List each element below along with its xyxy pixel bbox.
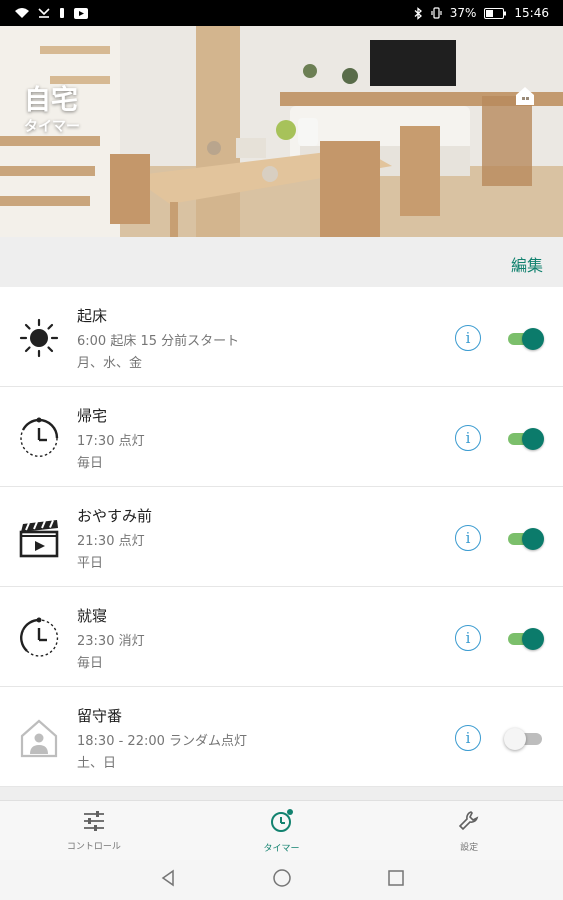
sun-icon	[16, 315, 62, 361]
sliders-icon	[82, 810, 106, 836]
timer-list: 起床 6:00 起床 15 分前スタート 月、水、金 i 帰宅 17:30 点灯…	[0, 287, 563, 787]
info-button[interactable]: i	[455, 525, 481, 551]
clapperboard-icon	[16, 515, 62, 561]
timer-row-return-home[interactable]: 帰宅 17:30 点灯 毎日 i	[0, 387, 563, 487]
timer-time: 23:30 消灯	[77, 634, 145, 649]
recents-square-icon	[387, 869, 405, 891]
timer-icon	[269, 808, 295, 838]
home-circle-icon	[272, 868, 292, 892]
nav-settings-label: 設定	[460, 842, 479, 853]
usb-icon	[58, 7, 66, 19]
timer-days: 月、水、金	[77, 356, 143, 371]
status-right: 37% 15:46	[414, 6, 549, 20]
timer-time: 6:00 起床 15 分前スタート	[77, 334, 240, 349]
battery-percent: 37%	[449, 6, 477, 20]
timer-name: 留守番	[77, 707, 123, 725]
info-button[interactable]: i	[455, 325, 481, 351]
timer-toggle[interactable]	[508, 528, 544, 550]
clock-arrival-icon	[16, 415, 62, 461]
info-icon: i	[465, 529, 471, 547]
home-icon	[513, 84, 537, 112]
status-left	[14, 7, 88, 19]
bottom-nav: コントロール タイマー 設定	[0, 800, 563, 860]
timer-row-wake[interactable]: 起床 6:00 起床 15 分前スタート 月、水、金 i	[0, 287, 563, 387]
timer-time: 18:30 - 22:00 ランダム点灯	[77, 734, 248, 749]
home-nav-button[interactable]	[270, 868, 294, 892]
house-person-icon	[16, 715, 62, 761]
header-image: 自宅 タイマー	[0, 26, 563, 237]
living-room-photo	[0, 26, 563, 237]
recents-button[interactable]	[384, 868, 408, 892]
timer-row-away[interactable]: 留守番 18:30 - 22:00 ランダム点灯 土、日 i	[0, 687, 563, 787]
nav-control-label: コントロール	[66, 841, 121, 852]
vibrate-icon	[431, 7, 442, 19]
timer-toggle[interactable]	[508, 428, 544, 450]
system-nav-bar	[0, 860, 563, 900]
timer-name: おやすみ前	[77, 507, 153, 525]
wifi-icon	[14, 7, 30, 19]
nav-control[interactable]: コントロール	[0, 801, 188, 860]
back-button[interactable]	[156, 868, 180, 892]
nav-timer-label: タイマー	[263, 843, 300, 854]
battery-icon	[484, 7, 507, 19]
timer-toggle[interactable]	[504, 728, 544, 750]
page-subtitle: タイマー	[24, 119, 80, 135]
info-icon: i	[465, 629, 471, 647]
info-button[interactable]: i	[455, 625, 481, 651]
status-bar: 37% 15:46	[0, 0, 563, 26]
wrench-icon	[457, 809, 481, 837]
info-button[interactable]: i	[455, 725, 481, 751]
timer-time: 17:30 点灯	[77, 434, 145, 449]
timer-days: 毎日	[77, 656, 104, 671]
info-icon: i	[465, 729, 471, 747]
missed-call-icon	[38, 7, 50, 19]
page-title: 自宅	[24, 85, 78, 116]
timer-name: 就寝	[77, 607, 108, 625]
bluetooth-icon	[414, 6, 423, 20]
clock-sleep-icon	[16, 615, 62, 661]
timer-toggle[interactable]	[508, 328, 544, 350]
info-button[interactable]: i	[455, 425, 481, 451]
timer-name: 起床	[77, 307, 108, 325]
back-triangle-icon	[160, 869, 176, 891]
info-icon: i	[465, 429, 471, 447]
timer-days: 毎日	[77, 456, 104, 471]
edit-button[interactable]: 編集	[511, 252, 543, 276]
edit-bar: 編集	[0, 237, 563, 287]
timer-days: 土、日	[77, 756, 117, 771]
timer-toggle[interactable]	[508, 628, 544, 650]
info-icon: i	[465, 329, 471, 347]
timer-time: 21:30 点灯	[77, 534, 145, 549]
timer-row-before-bed[interactable]: おやすみ前 21:30 点灯 平日 i	[0, 487, 563, 587]
nav-settings[interactable]: 設定	[375, 801, 563, 860]
nav-timer[interactable]: タイマー	[188, 801, 376, 860]
clock-time: 15:46	[514, 6, 549, 20]
timer-days: 平日	[77, 556, 104, 571]
youtube-icon	[74, 7, 88, 19]
timer-row-sleep[interactable]: 就寝 23:30 消灯 毎日 i	[0, 587, 563, 687]
timer-name: 帰宅	[77, 407, 108, 425]
home-button[interactable]	[511, 84, 539, 112]
